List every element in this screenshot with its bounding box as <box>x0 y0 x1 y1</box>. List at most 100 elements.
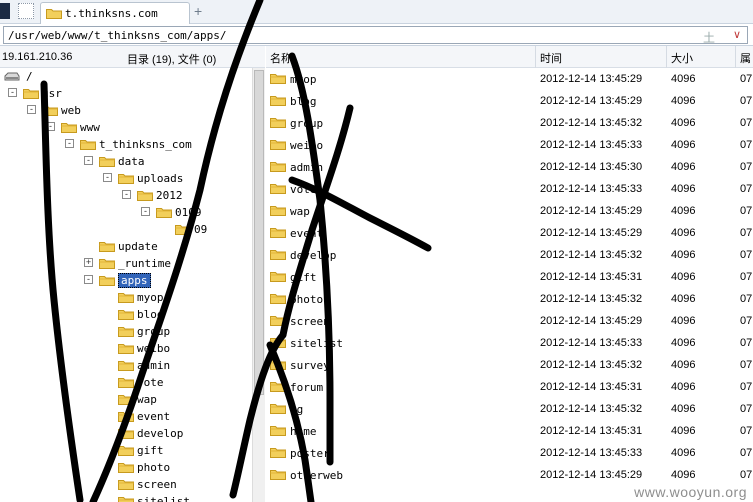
tree-node-label: web <box>61 104 81 117</box>
plus-icon[interactable]: + <box>194 3 202 19</box>
tree-node[interactable]: - uploads <box>0 170 252 187</box>
collapse-icon[interactable]: - <box>46 122 55 131</box>
folder-icon <box>118 497 134 502</box>
directory-tree-pane: 19.161.210.36 目录 (19), 文件 (0) / - usr - web -… <box>0 46 265 502</box>
table-row[interactable]: 3g 2012-12-14 13:45:32 4096 07 <box>266 398 753 420</box>
collapse-icon[interactable]: - <box>141 207 150 216</box>
table-row[interactable]: wap 2012-12-14 13:45:29 4096 07 <box>266 200 753 222</box>
tree-node[interactable]: vote <box>0 374 252 391</box>
path-input[interactable]: /usr/web/www/t_thinksns_com/apps/ 土 ∨ <box>3 26 748 46</box>
tree-node[interactable]: weibo <box>0 340 252 357</box>
column-time[interactable]: 时间 <box>536 46 667 68</box>
table-row[interactable]: admin 2012-12-14 13:45:30 4096 07 <box>266 156 753 178</box>
expand-icon[interactable]: + <box>84 258 93 267</box>
tree-node[interactable]: - 2012 <box>0 187 252 204</box>
tree-node[interactable]: blog <box>0 306 252 323</box>
file-size: 4096 <box>671 249 696 261</box>
bookmark-icon[interactable]: 土 <box>703 29 715 46</box>
column-attr[interactable]: 属 <box>736 46 753 68</box>
tree-node[interactable]: - web <box>0 102 252 119</box>
column-size[interactable]: 大小 <box>667 46 736 68</box>
tree-node-label: event <box>137 410 171 423</box>
tree-node[interactable]: - www <box>0 119 252 136</box>
tree-node-label: 09 <box>194 223 208 236</box>
drive-icon <box>4 72 20 81</box>
tab-label: t.thinksns.com <box>65 7 158 20</box>
tree-node[interactable]: sitelist <box>0 493 252 502</box>
table-row[interactable]: otherweb 2012-12-14 13:45:29 4096 07 <box>266 464 753 486</box>
tree-node-label: admin <box>137 359 171 372</box>
collapse-icon[interactable]: - <box>122 190 131 199</box>
tree-node[interactable]: - 0109 <box>0 204 252 221</box>
tree-node[interactable]: screen <box>0 476 252 493</box>
file-size: 4096 <box>671 425 696 437</box>
table-row[interactable]: photo 2012-12-14 13:45:32 4096 07 <box>266 288 753 310</box>
folder-icon <box>61 123 77 133</box>
table-row[interactable]: poster 2012-12-14 13:45:33 4096 07 <box>266 442 753 464</box>
tree-node[interactable]: myop <box>0 289 252 306</box>
table-row[interactable]: home 2012-12-14 13:45:31 4096 07 <box>266 420 753 442</box>
collapse-icon[interactable]: - <box>84 275 93 284</box>
file-name: photo <box>290 293 324 306</box>
table-row[interactable]: develop 2012-12-14 13:45:32 4096 07 <box>266 244 753 266</box>
table-row[interactable]: gift 2012-12-14 13:45:31 4096 07 <box>266 266 753 288</box>
tree-node[interactable]: group <box>0 323 252 340</box>
tree-node[interactable]: update <box>0 238 252 255</box>
tree-node[interactable]: - apps <box>0 272 252 289</box>
collapse-icon[interactable]: - <box>84 156 93 165</box>
tree-scrollbar[interactable] <box>252 68 265 502</box>
file-size: 4096 <box>671 161 696 173</box>
page-icon[interactable] <box>18 3 34 19</box>
tree-node[interactable]: photo <box>0 459 252 476</box>
scrollbar-thumb[interactable] <box>254 70 264 395</box>
tree-node[interactable]: 09 <box>0 221 252 238</box>
folder-icon <box>118 361 134 371</box>
table-row[interactable]: forum 2012-12-14 13:45:31 4096 07 <box>266 376 753 398</box>
tree-node[interactable]: - usr <box>0 85 252 102</box>
file-time: 2012-12-14 13:45:30 <box>540 161 643 173</box>
file-size: 4096 <box>671 73 696 85</box>
table-row[interactable]: survey 2012-12-14 13:45:32 4096 07 <box>266 354 753 376</box>
table-row[interactable]: event 2012-12-14 13:45:29 4096 07 <box>266 222 753 244</box>
table-row[interactable]: myop 2012-12-14 13:45:29 4096 07 <box>266 68 753 90</box>
tree-node[interactable]: admin <box>0 357 252 374</box>
table-row[interactable]: weibo 2012-12-14 13:45:33 4096 07 <box>266 134 753 156</box>
tree-node[interactable]: + _runtime <box>0 255 252 272</box>
tree-node[interactable]: gift <box>0 442 252 459</box>
table-row[interactable]: sitelist 2012-12-14 13:45:33 4096 07 <box>266 332 753 354</box>
folder-icon <box>270 184 286 194</box>
tree-node[interactable]: develop <box>0 425 252 442</box>
file-name: weibo <box>290 139 324 152</box>
table-row[interactable]: vote 2012-12-14 13:45:33 4096 07 <box>266 178 753 200</box>
dropdown-icon[interactable]: ∨ <box>733 28 741 41</box>
folder-icon <box>118 412 134 422</box>
collapse-icon[interactable]: - <box>27 105 36 114</box>
collapse-icon[interactable]: - <box>103 173 112 182</box>
tree-node[interactable]: - data <box>0 153 252 170</box>
table-row[interactable]: group 2012-12-14 13:45:32 4096 07 <box>266 112 753 134</box>
tree-node-label: uploads <box>137 172 184 185</box>
tree-node-label: gift <box>137 444 164 457</box>
window-icon[interactable] <box>0 3 10 19</box>
file-size: 4096 <box>671 271 696 283</box>
file-name: poster <box>290 447 330 460</box>
file-size: 4096 <box>671 381 696 393</box>
folder-icon <box>118 395 134 405</box>
tree-node[interactable]: / <box>0 68 252 85</box>
folder-icon <box>99 242 115 252</box>
table-row[interactable]: blog 2012-12-14 13:45:29 4096 07 <box>266 90 753 112</box>
collapse-icon[interactable]: - <box>8 88 17 97</box>
tree-node-label: / <box>26 70 33 83</box>
tree-node-label: data <box>118 155 145 168</box>
tree-node[interactable]: wap <box>0 391 252 408</box>
file-time: 2012-12-14 13:45:33 <box>540 447 643 459</box>
directory-tree: / - usr - web - www - t_thinksns_com - data - upload… <box>0 68 252 502</box>
column-name[interactable]: 名称 <box>266 46 536 68</box>
tree-node[interactable]: - t_thinksns_com <box>0 136 252 153</box>
tab-active[interactable]: t.thinksns.com <box>40 2 190 24</box>
folder-icon <box>270 338 286 348</box>
collapse-icon[interactable]: - <box>65 139 74 148</box>
tree-node[interactable]: event <box>0 408 252 425</box>
tree-node-label: update <box>118 240 158 253</box>
table-row[interactable]: screen 2012-12-14 13:45:29 4096 07 <box>266 310 753 332</box>
